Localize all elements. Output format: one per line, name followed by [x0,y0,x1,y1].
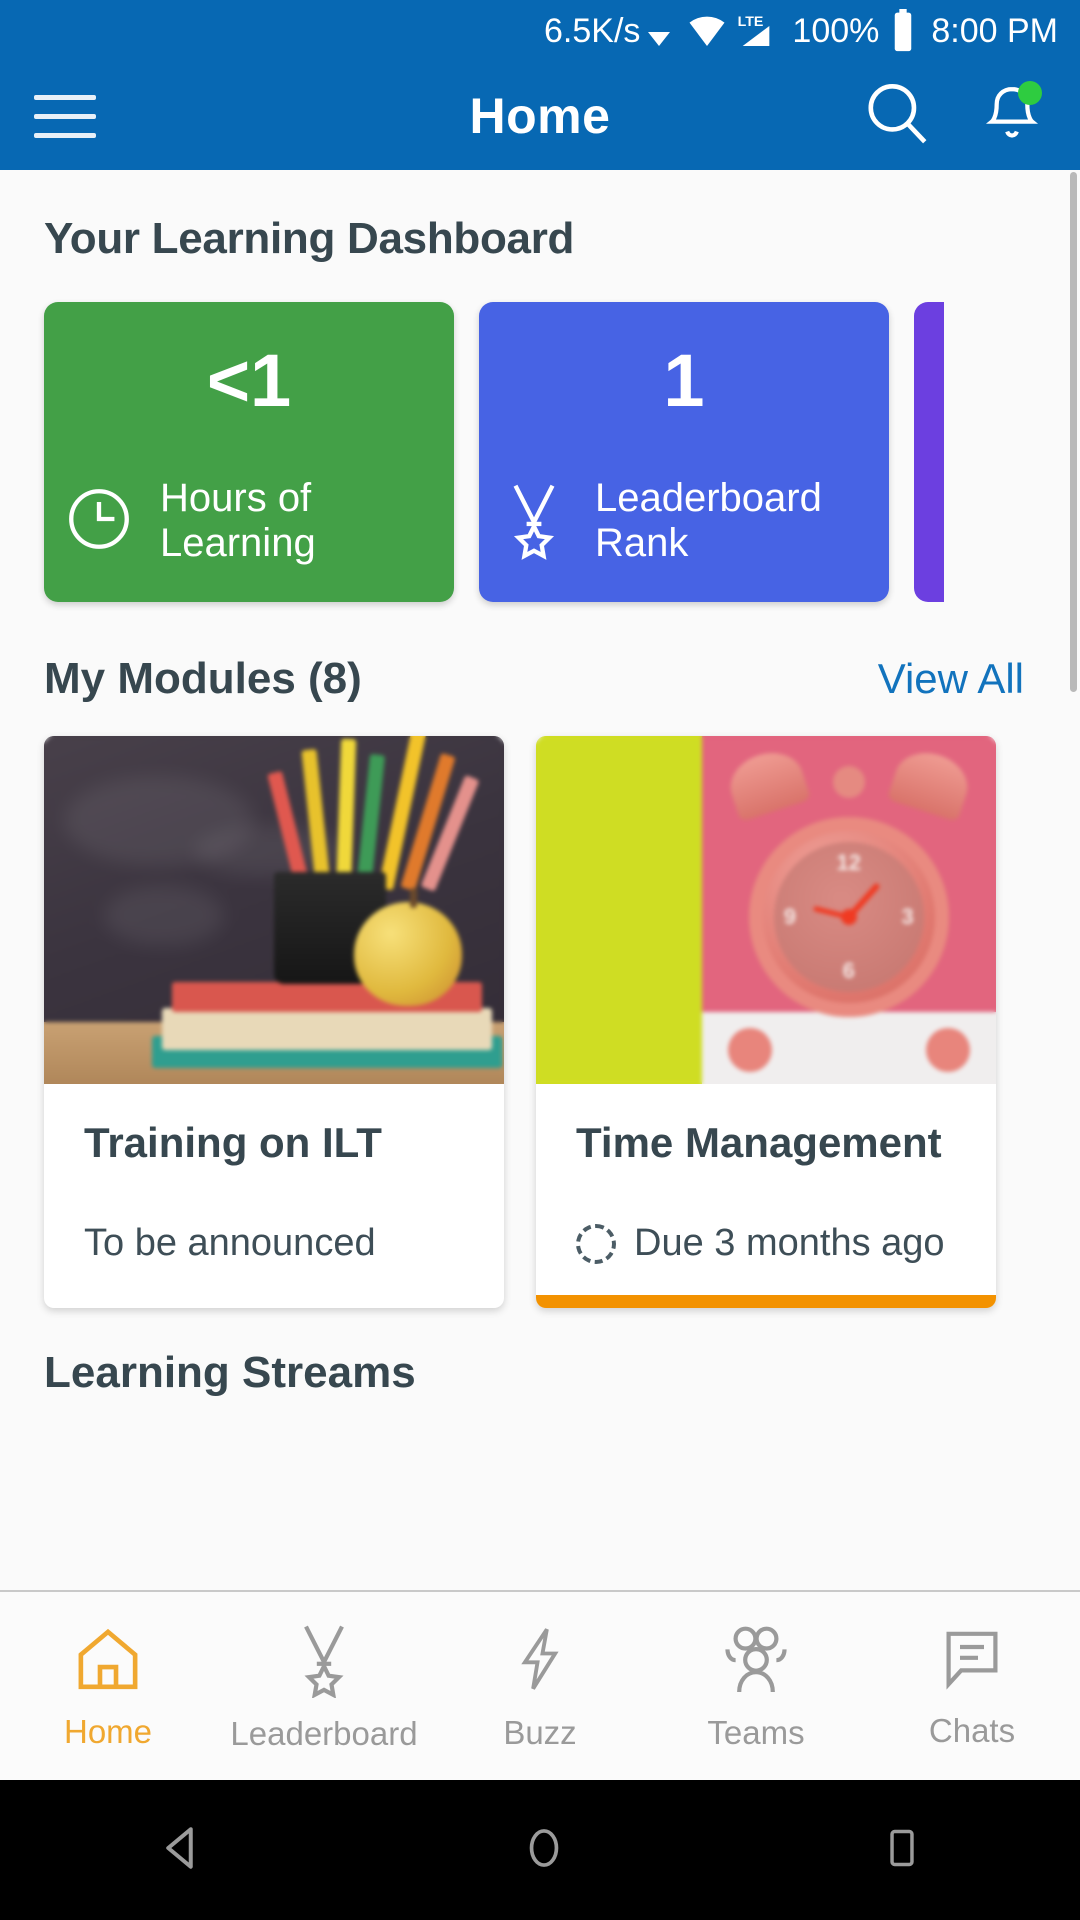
caret-down-icon [648,32,671,46]
hamburger-menu-icon[interactable] [34,94,96,138]
medal-icon [288,1620,360,1703]
clock-time-label: 8:00 PM [931,11,1058,50]
module-status: Due 3 months ago [576,1222,956,1265]
android-navigation-bar [0,1780,1080,1920]
lightning-bolt-icon [507,1621,573,1702]
stat-label: Hours of Learning [160,476,316,565]
nav-item-home[interactable]: Home [0,1622,216,1751]
stat-card-hours[interactable]: <1 Hours of Learning [44,302,454,602]
vertical-scrollbar[interactable] [1070,172,1077,692]
dashed-circle-icon [576,1223,616,1264]
stat-label: Leaderboard Rank [595,476,822,565]
stat-card-leaderboard[interactable]: 1 Leaderboard Rank [479,302,889,602]
notification-badge [1018,80,1042,105]
app-bar: Home [0,62,1080,170]
view-all-link[interactable]: View All [878,655,1024,703]
nav-label: Leaderboard [230,1714,418,1752]
module-card-row: Training on ILT To be announced 12 3 6 9… [0,704,1080,1309]
nav-item-teams[interactable]: Teams [648,1621,864,1752]
stat-value: 1 [663,339,705,423]
search-icon[interactable] [860,77,934,156]
dashboard-heading: Your Learning Dashboard [44,214,575,263]
streams-heading: Learning Streams [44,1348,416,1398]
nav-label: Chats [928,1711,1016,1749]
phone-screen: 6.5K/s LTE 100% 8:00 PM Home Your Learni… [0,0,1080,1920]
network-speed-label: 6.5K/s [544,11,641,50]
nav-label: Buzz [503,1713,577,1751]
module-status: To be announced [84,1222,464,1265]
nav-item-chats[interactable]: Chats [864,1623,1080,1750]
battery-percent-label: 100% [792,11,880,50]
module-name: Training on ILT [84,1119,382,1166]
nav-label: Home [63,1712,153,1750]
circle-home-icon[interactable] [516,1818,572,1883]
module-status-label: Due 3 months ago [634,1222,945,1265]
bell-icon[interactable] [978,77,1046,156]
module-card[interactable]: Training on ILT To be announced [44,736,504,1309]
status-bar: 6.5K/s LTE 100% 8:00 PM [0,0,1080,62]
triangle-back-icon[interactable] [152,1818,212,1883]
wifi-icon [684,11,730,51]
nav-item-leaderboard[interactable]: Leaderboard [216,1620,432,1753]
module-status-label: To be announced [84,1222,376,1265]
module-card[interactable]: 12 3 6 9 Time Management Due 3 months ag… [536,736,996,1309]
main-content: Your Learning Dashboard <1 Hours of Lear… [0,170,1080,1590]
battery-full-icon [891,9,915,53]
stat-card-row: <1 Hours of Learning 1 Leaderboard Rank [0,264,1080,602]
module-progress-bar [536,1295,996,1309]
modules-header: My Modules (8) View All [0,602,1080,704]
modules-title: My Modules (8) [44,654,362,703]
lte-signal-icon: LTE [734,11,778,51]
module-thumbnail-classroom [44,736,504,1084]
medal-icon [497,478,571,565]
bottom-navigation-bar: Home Leaderboard Buzz Teams Chats [0,1590,1080,1780]
stat-card-next-peek[interactable] [914,302,944,602]
module-thumbnail-alarm-clock: 12 3 6 9 [536,736,996,1084]
clock-icon [62,482,136,561]
people-icon [717,1621,795,1702]
svg-text:LTE: LTE [738,14,764,30]
square-recents-icon[interactable] [876,1818,928,1883]
nav-item-buzz[interactable]: Buzz [432,1621,648,1752]
chat-bubble-icon [936,1623,1008,1700]
home-icon [70,1622,146,1701]
module-name: Time Management [576,1119,942,1166]
stat-value: <1 [206,339,292,423]
nav-label: Teams [707,1713,805,1751]
